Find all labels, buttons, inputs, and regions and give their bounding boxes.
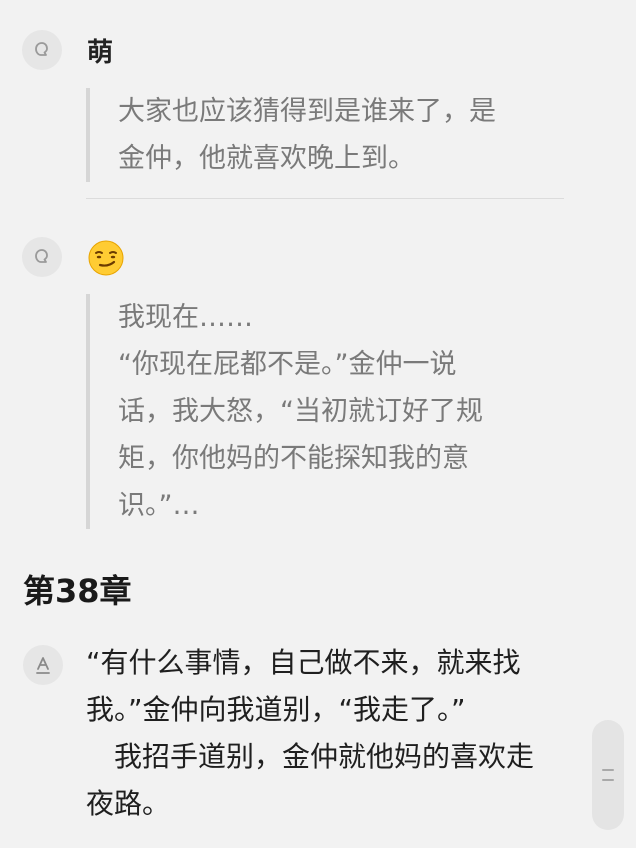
quote-line: “你现在屁都不是。”金仲一说 [118,349,457,380]
quote-line: 金仲，他就喜欢晚上到。 [118,143,415,174]
smirk-emoji-icon[interactable] [86,238,126,278]
quote-line: 大家也应该猜得到是谁来了，是 [118,96,496,127]
quoted-comment: 大家也应该猜得到是谁来了，是 金仲，他就喜欢晚上到。 [86,88,558,182]
quote-line: 话，我大怒，“当初就订好了规 [118,396,483,427]
drag-handle-icon [602,769,614,781]
quote-line: 我现在…… [118,302,253,333]
quote-line: 识。”… [118,490,200,521]
user-avatar-icon [35,249,48,263]
chapter-title: 第38章 [23,572,132,610]
scroll-handle[interactable] [592,720,624,830]
comment-divider [86,198,564,199]
user-avatar[interactable] [22,237,62,277]
chapter-paragraph: “有什么事情，自己做不来，就来找 我。”金仲向我道别，“我走了。” 我招手道别，… [86,639,576,827]
user-avatar[interactable] [22,30,62,70]
quote-line: 矩，你他妈的不能探知我的意 [118,443,469,474]
text-a-icon[interactable] [23,645,63,685]
quoted-comment: 我现在…… “你现在屁都不是。”金仲一说 话，我大怒，“当初就订好了规 矩，你他… [86,294,558,529]
paragraph-line: “有什么事情，自己做不来，就来找 [86,646,521,679]
paragraph-line: 我。”金仲向我道别，“我走了。” [86,693,466,726]
user-avatar-icon [35,42,48,56]
paragraph-line: 我招手道别，金仲就他妈的喜欢走 [86,740,535,773]
paragraph-line: 夜路。 [86,787,171,820]
comment-username[interactable]: 萌 [87,35,113,71]
